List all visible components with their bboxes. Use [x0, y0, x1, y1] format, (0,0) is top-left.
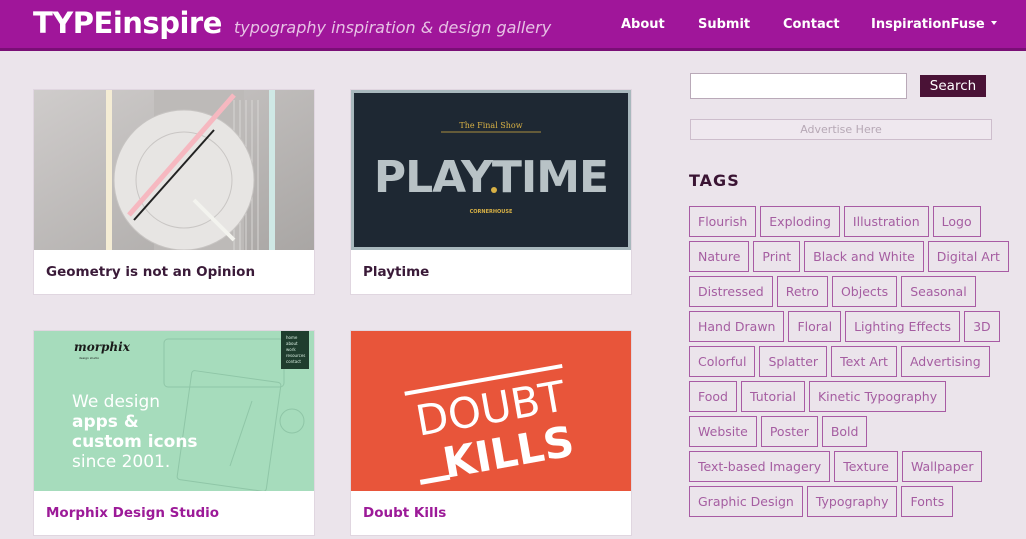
advertise-banner[interactable]: Advertise Here [690, 119, 992, 140]
tag-row: Text-based Imagery Texture Wallpaper [689, 451, 1009, 482]
artwork-menu-item: contact [286, 359, 301, 364]
tag-link[interactable]: Black and White [804, 241, 924, 272]
tag-link[interactable]: Typography [806, 486, 898, 517]
artwork-menu-item: about [286, 341, 298, 346]
nav-inspirationfuse-label: InspirationFuse [871, 17, 985, 32]
tag-link[interactable]: Advertising [900, 346, 990, 377]
tag-row: Food Tutorial Kinetic Typography [689, 381, 1009, 412]
gallery-card-playtime[interactable]: The Final Show PLAYTIME CORNERHOUSE Play… [350, 89, 632, 295]
tag-link[interactable]: Digital Art [927, 241, 1009, 272]
tag-link[interactable]: Text-based Imagery [689, 451, 831, 482]
card-thumbnail[interactable]: morphix design studio home about work re… [34, 331, 314, 491]
tag-link[interactable]: Website [689, 416, 757, 447]
tag-link[interactable]: Exploding [760, 206, 840, 237]
artwork-line: since 2001. [72, 452, 170, 472]
tag-row: Distressed Retro Objects Seasonal [689, 276, 1009, 307]
tag-row: Graphic Design Typography Fonts [689, 486, 1009, 517]
tag-row: Website Poster Bold [689, 416, 1009, 447]
card-thumbnail[interactable]: DOUBT KILLS [351, 331, 631, 491]
card-title[interactable]: Playtime [363, 264, 429, 280]
card-title[interactable]: Doubt Kills [363, 505, 446, 521]
site-header: TYPEinspire typography inspiration & des… [0, 0, 1026, 51]
nav-contact[interactable]: Contact [783, 17, 840, 32]
doubt-kills-artwork: DOUBT KILLS [351, 331, 631, 491]
tag-link[interactable]: Print [753, 241, 801, 272]
site-tagline: typography inspiration & design gallery [234, 18, 552, 37]
tag-row: Colorful Splatter Text Art Advertising [689, 346, 1009, 377]
card-thumbnail[interactable]: The Final Show PLAYTIME CORNERHOUSE [351, 90, 631, 250]
artwork-line: We design [72, 392, 160, 412]
tag-link[interactable]: Texture [834, 451, 898, 482]
tag-link[interactable]: Poster [760, 416, 818, 447]
artwork-logo: morphix [74, 340, 131, 354]
gallery-card-geometry[interactable]: Geometry is not an Opinion [33, 89, 315, 295]
artwork-headline: PLAYTIME [374, 152, 608, 203]
artwork-menu-item: work [286, 347, 296, 352]
nav-about[interactable]: About [621, 17, 665, 32]
card-thumbnail[interactable] [34, 90, 314, 250]
artwork-menu-item: resources [286, 353, 305, 358]
tag-link[interactable]: 3D [964, 311, 1000, 342]
tag-link[interactable]: Lighting Effects [845, 311, 961, 342]
artwork-subtitle: The Final Show [459, 121, 522, 130]
artwork-line: custom icons [72, 432, 198, 452]
tag-link[interactable]: Floral [788, 311, 842, 342]
tag-cloud: Flourish Exploding Illustration Logo Nature P… [689, 206, 1009, 521]
site-logo[interactable]: TYPEinspire [33, 6, 222, 40]
gallery-card-morphix[interactable]: morphix design studio home about work re… [33, 330, 315, 536]
artwork-menu-item: home [286, 335, 298, 340]
artwork-logo-sub: design studio [79, 356, 99, 360]
tag-link[interactable]: Retro [776, 276, 828, 307]
tag-link[interactable]: Seasonal [901, 276, 976, 307]
tag-link[interactable]: Wallpaper [901, 451, 983, 482]
nav-inspirationfuse[interactable]: InspirationFuse [871, 17, 997, 32]
artwork-line: apps & [72, 412, 139, 432]
playtime-artwork: The Final Show PLAYTIME CORNERHOUSE [351, 90, 631, 250]
morphix-artwork: morphix design studio home about work re… [34, 331, 314, 491]
tag-link[interactable]: Kinetic Typography [808, 381, 947, 412]
tag-link[interactable]: Colorful [689, 346, 756, 377]
tag-link[interactable]: Hand Drawn [689, 311, 785, 342]
tag-row: Hand Drawn Floral Lighting Effects 3D [689, 311, 1009, 342]
artwork-venue: CORNERHOUSE [470, 209, 513, 215]
tag-row: Flourish Exploding Illustration Logo [689, 206, 1009, 237]
tag-link[interactable]: Text Art [831, 346, 897, 377]
tag-link[interactable]: Splatter [759, 346, 828, 377]
tags-heading: TAGS [689, 171, 740, 190]
tag-link[interactable]: Bold [821, 416, 868, 447]
chevron-down-icon [990, 21, 997, 25]
tag-link[interactable]: Illustration [843, 206, 929, 237]
tag-link[interactable]: Fonts [901, 486, 954, 517]
tag-link[interactable]: Tutorial [740, 381, 805, 412]
search-button[interactable]: Search [920, 75, 986, 97]
tag-link[interactable]: Flourish [689, 206, 757, 237]
tag-link[interactable]: Graphic Design [689, 486, 803, 517]
tag-link[interactable]: Distressed [689, 276, 773, 307]
search-input[interactable] [690, 73, 907, 99]
gallery-card-doubt-kills[interactable]: DOUBT KILLS Doubt Kills [350, 330, 632, 536]
tag-link[interactable]: Food [689, 381, 737, 412]
tag-row: Nature Print Black and White Digital Art [689, 241, 1009, 272]
tag-link[interactable]: Logo [932, 206, 981, 237]
nav-submit[interactable]: Submit [698, 17, 750, 32]
tag-link[interactable]: Nature [689, 241, 750, 272]
card-title[interactable]: Morphix Design Studio [46, 505, 219, 521]
tag-link[interactable]: Objects [831, 276, 898, 307]
geometry-artwork [34, 90, 314, 250]
card-title[interactable]: Geometry is not an Opinion [46, 264, 255, 280]
